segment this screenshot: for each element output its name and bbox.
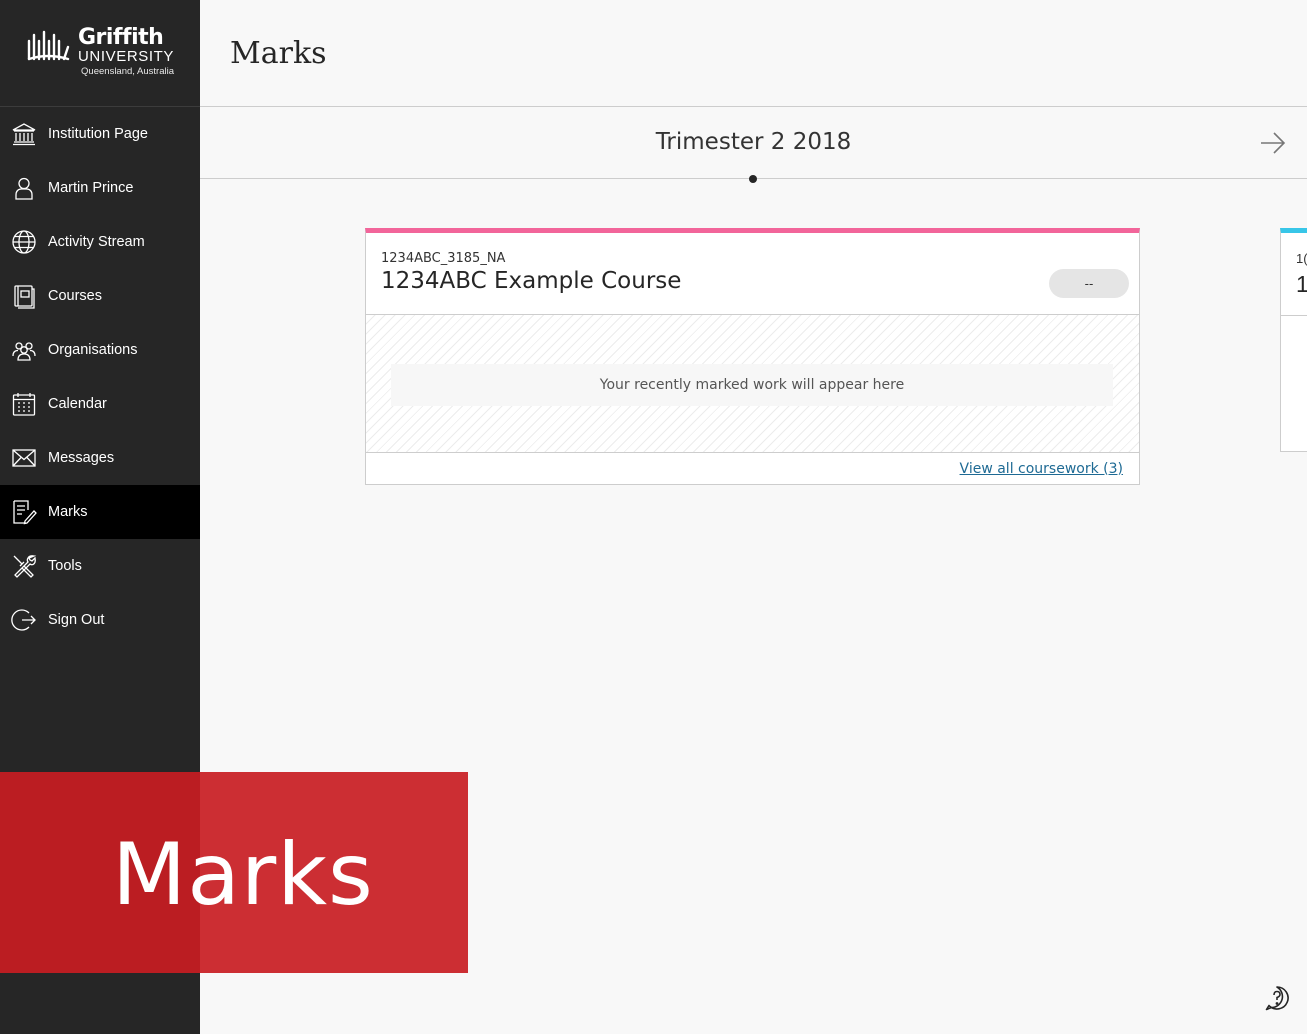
nav-item-tools[interactable]: Tools xyxy=(0,539,200,593)
calendar-icon xyxy=(11,391,37,417)
nav-label-activity-stream: Activity Stream xyxy=(48,234,145,250)
empty-marks-message: Your recently marked work will appear he… xyxy=(391,364,1113,406)
page-title: Marks xyxy=(230,35,327,71)
nav-label-institution-page: Institution Page xyxy=(48,126,148,142)
page-header: Marks xyxy=(200,0,1307,107)
course-card-header[interactable]: 1234ABC_3185_NA 1234ABC Example Course -… xyxy=(366,233,1139,315)
course-id: 1234ABC_3185_NA xyxy=(381,251,506,266)
peek-course-id: 1( xyxy=(1296,251,1307,266)
envelope-icon xyxy=(11,445,37,471)
logo-line-2: UNIVERSITY xyxy=(77,48,174,65)
institution-icon xyxy=(11,121,37,147)
banner-title: Marks xyxy=(112,824,374,925)
logo-line-3: Queensland, Australia xyxy=(81,66,174,77)
nav-item-organisations[interactable]: Organisations xyxy=(0,323,200,377)
marks-icon xyxy=(11,499,37,525)
nav-label-calendar: Calendar xyxy=(48,396,107,412)
nav-item-sign-out[interactable]: Sign Out xyxy=(0,593,200,647)
nav-item-courses[interactable]: Courses xyxy=(0,269,200,323)
nav-label-messages: Messages xyxy=(48,450,115,466)
view-all-coursework-link[interactable]: View all coursework (3) xyxy=(960,461,1123,477)
logo-inner: Griffith UNIVERSITY Queensland, Australi… xyxy=(26,27,174,79)
peek-divider xyxy=(1281,315,1307,316)
nav-label-tools: Tools xyxy=(48,558,82,574)
nav-label-sign-out: Sign Out xyxy=(48,612,105,628)
organisations-icon xyxy=(11,337,37,363)
sign-out-icon xyxy=(11,607,37,633)
nav-item-activity-stream[interactable]: Activity Stream xyxy=(0,215,200,269)
user-icon xyxy=(11,175,37,201)
nav-item-calendar[interactable]: Calendar xyxy=(0,377,200,431)
peek-course-name: 1 xyxy=(1296,271,1307,298)
nav-label-profile: Martin Prince xyxy=(48,180,134,196)
nav-label-marks: Marks xyxy=(48,504,88,520)
globe-icon xyxy=(11,229,37,255)
next-course-card-peek[interactable]: 1( 1 xyxy=(1280,228,1307,452)
term-carousel-header: Trimester 2 2018 xyxy=(200,107,1307,183)
tools-icon xyxy=(11,553,37,579)
logo-text: Griffith UNIVERSITY Queensland, Australi… xyxy=(78,27,174,79)
term-title: Trimester 2 2018 xyxy=(655,128,852,155)
recent-marks-area: Your recently marked work will appear he… xyxy=(366,315,1139,453)
next-term-arrow-icon[interactable] xyxy=(1259,131,1287,155)
nav-label-organisations: Organisations xyxy=(48,342,138,358)
term-pagination-dot[interactable] xyxy=(749,175,757,183)
griffith-logo[interactable]: Griffith UNIVERSITY Queensland, Australi… xyxy=(0,0,200,107)
course-card-footer: View all coursework (3) xyxy=(366,453,1139,484)
nav-item-profile[interactable]: Martin Prince xyxy=(0,161,200,215)
nav-menu: Institution Page Martin Prince Activity … xyxy=(0,107,200,647)
courses-icon xyxy=(11,283,37,309)
logo-line-1: Griffith xyxy=(77,25,164,50)
overall-grade-pill[interactable]: -- xyxy=(1049,269,1129,298)
course-name[interactable]: 1234ABC Example Course xyxy=(381,268,1123,294)
griffith-logo-mark-icon xyxy=(27,30,70,61)
help-icon[interactable] xyxy=(1264,985,1290,1011)
nav-item-messages[interactable]: Messages xyxy=(0,431,200,485)
section-banner-overlay: Marks xyxy=(0,772,468,973)
nav-item-marks[interactable]: Marks xyxy=(0,485,200,539)
course-marks-card: 1234ABC_3185_NA 1234ABC Example Course -… xyxy=(365,228,1140,485)
nav-label-courses: Courses xyxy=(48,288,102,304)
nav-item-institution-page[interactable]: Institution Page xyxy=(0,107,200,161)
